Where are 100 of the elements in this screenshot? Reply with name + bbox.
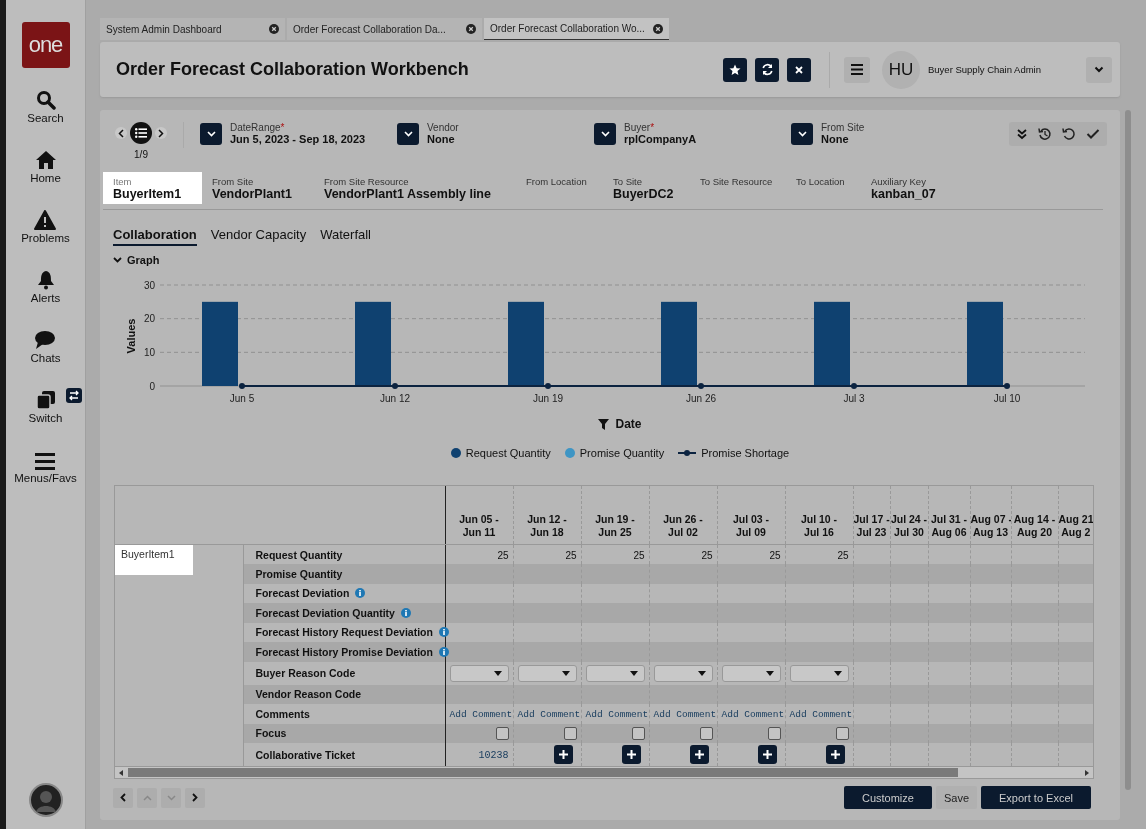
graph-toggle[interactable]: Graph [113, 254, 160, 266]
filter-label: From Site [821, 122, 865, 133]
info-icon[interactable] [400, 607, 411, 618]
add-button[interactable] [757, 745, 777, 764]
chevron-left-icon [120, 793, 126, 802]
row-header: Promise Quantity [255, 567, 343, 580]
caret-down-icon [697, 670, 706, 676]
add-button[interactable] [553, 745, 573, 764]
caret-down-icon [765, 670, 774, 676]
vertical-scrollbar[interactable] [1125, 110, 1131, 790]
add-button[interactable] [825, 745, 845, 764]
item-cell: BuyerItem1 [115, 545, 193, 575]
add-button[interactable] [689, 745, 709, 764]
info-field: To Location [786, 172, 861, 204]
sidebar-item[interactable]: Home [30, 150, 61, 210]
add-comment-link[interactable]: Add Comment [721, 709, 785, 721]
user-role: Buyer Supply Chain Admin [928, 64, 1042, 75]
tab[interactable]: System Admin Dashboard [100, 18, 285, 40]
profile-avatar-icon[interactable] [28, 783, 63, 817]
menu-button[interactable] [844, 56, 870, 83]
info-icon[interactable] [438, 646, 449, 657]
chevron-down-icon [797, 130, 807, 137]
tab[interactable]: Order Forecast Collaboration Da... [287, 18, 482, 40]
sidebar-item[interactable]: Alerts [30, 270, 61, 330]
horizontal-scrollbar[interactable] [115, 766, 1093, 778]
add-button[interactable] [621, 745, 641, 764]
chevron-left-icon [118, 128, 124, 138]
sidebar-item[interactable]: Search [27, 90, 64, 150]
sidebar-item[interactable]: Menus/Favs [14, 450, 77, 510]
legend-item[interactable]: Promise Shortage [678, 447, 790, 459]
footer-button[interactable]: Save [935, 786, 977, 809]
tab[interactable]: Waterfall [320, 227, 371, 246]
check-icon[interactable] [1086, 128, 1100, 140]
home-icon [34, 150, 57, 170]
checkbox[interactable] [835, 727, 849, 741]
legend-item[interactable]: Request Quantity [450, 447, 551, 459]
add-comment-link[interactable]: Add Comment [789, 709, 853, 721]
filter-icon[interactable] [598, 418, 610, 430]
plus-icon [694, 750, 704, 759]
tab[interactable]: Vendor Capacity [210, 227, 307, 246]
previous-button[interactable] [115, 127, 127, 139]
caret-down-icon [629, 670, 638, 676]
checkbox[interactable] [495, 727, 509, 741]
close-icon[interactable] [652, 23, 663, 34]
favorite-button[interactable] [723, 57, 747, 82]
add-comment-link[interactable]: Add Comment [449, 709, 513, 721]
previous-button[interactable] [113, 787, 133, 808]
column-header: Jun 05 - Jun 11 [458, 512, 500, 540]
close-icon[interactable] [269, 24, 279, 34]
scroll-right-icon[interactable] [1084, 769, 1090, 776]
data-point [545, 383, 551, 389]
info-field: From Site Resource VendorPlant1 Assembly line [314, 172, 516, 204]
user-avatar[interactable]: HU [882, 50, 920, 89]
sidebar-item[interactable]: Chats [30, 330, 61, 390]
list-button[interactable] [130, 122, 152, 144]
row-header: Focus [255, 727, 287, 740]
y-tick-label: 20 [143, 313, 155, 325]
footer-button[interactable]: Export to Excel [981, 786, 1091, 809]
close-button[interactable] [787, 57, 811, 82]
undo-icon[interactable] [1062, 127, 1076, 141]
double-chevron-down-icon[interactable] [1016, 128, 1028, 140]
tab[interactable]: Order Forecast Collaboration Wo... [484, 18, 669, 40]
x-tick-label: Jul 10 [993, 393, 1021, 404]
checkbox[interactable] [767, 727, 781, 741]
add-comment-link[interactable]: Add Comment [585, 709, 649, 721]
caret-down-icon [833, 670, 842, 676]
filter-value: rplCompanyA [624, 133, 697, 145]
checkbox[interactable] [563, 727, 577, 741]
app-logo[interactable]: one [21, 22, 70, 68]
checkbox[interactable] [631, 727, 645, 741]
sidebar-item[interactable]: Problems [21, 210, 70, 270]
legend-item[interactable]: Promise Quantity [564, 447, 665, 459]
filter-dropdown-button[interactable] [397, 122, 419, 145]
ticket-link[interactable]: 10238 [478, 750, 509, 761]
swap-icon[interactable] [65, 388, 82, 403]
refresh-button[interactable] [755, 57, 779, 82]
checkbox[interactable] [699, 727, 713, 741]
x-axis-title: Date [615, 417, 642, 431]
filter-dropdown-button[interactable] [200, 122, 222, 145]
add-comment-link[interactable]: Add Comment [653, 709, 717, 721]
info-icon[interactable] [438, 627, 449, 638]
filter-dropdown-button[interactable] [594, 122, 616, 145]
close-icon[interactable] [466, 24, 476, 34]
add-comment-link[interactable]: Add Comment [517, 709, 581, 721]
info-field: From Location [516, 172, 603, 204]
info-field: Item BuyerItem1 [103, 172, 202, 204]
filter-dropdown-button[interactable] [791, 122, 813, 145]
sidebar-item[interactable]: Switch [28, 390, 63, 450]
info-icon[interactable] [355, 588, 366, 599]
close-icon [794, 64, 804, 75]
tab[interactable]: Collaboration [113, 227, 197, 246]
y-axis-title: Values [125, 318, 137, 354]
next-button[interactable] [155, 127, 167, 139]
footer-button[interactable]: Customize [843, 786, 932, 809]
next-button[interactable] [185, 787, 205, 808]
scrollbar-thumb[interactable] [128, 768, 958, 777]
history-icon[interactable] [1038, 127, 1052, 141]
user-menu-button[interactable] [1086, 56, 1112, 83]
x-tick-label: Jun 19 [533, 393, 563, 404]
scroll-left-icon[interactable] [118, 769, 124, 776]
